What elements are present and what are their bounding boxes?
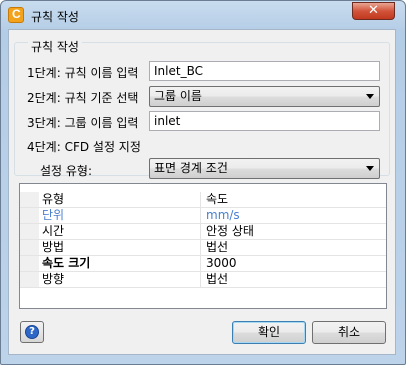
step2-label: 2단계: 규칙 기준 선택 — [27, 91, 139, 105]
title-bar[interactable]: C 규칙 작성 ✕ — [1, 1, 405, 29]
property-row[interactable]: 방향 법선 — [20, 272, 386, 288]
property-name: 속도 크기 — [42, 256, 91, 270]
property-value[interactable]: 법선 — [206, 272, 228, 287]
grid-top-gap — [20, 184, 386, 192]
property-row[interactable]: 속도 크기 3000 — [20, 256, 386, 272]
property-name: 방향 — [42, 272, 65, 286]
app-icon-letter: C — [12, 7, 21, 21]
window-title: 규칙 작성 — [31, 10, 79, 24]
property-value[interactable]: mm/s — [206, 208, 240, 223]
setting-type-label: 설정 유형: — [40, 164, 93, 178]
property-name: 유형 — [42, 192, 65, 206]
property-value[interactable]: 3000 — [206, 256, 237, 271]
property-value[interactable]: 속도 — [206, 192, 228, 207]
chevron-down-icon — [366, 94, 374, 99]
step1-label: 1단계: 규칙 이름 입력 — [27, 66, 139, 80]
property-value[interactable]: 법선 — [206, 240, 228, 255]
property-name: 방법 — [42, 240, 65, 254]
chevron-down-icon — [366, 166, 374, 171]
group-legend: 규칙 작성 — [28, 38, 82, 55]
property-row[interactable]: 유형 속도 — [20, 192, 386, 208]
cancel-button[interactable]: 취소 — [312, 321, 386, 344]
property-row[interactable]: 단위 mm/s — [20, 208, 386, 224]
property-value[interactable]: 안정 상태 — [206, 224, 254, 239]
property-row[interactable]: 방법 법선 — [20, 240, 386, 256]
step3-label: 3단계: 그룹 이름 입력 — [27, 116, 139, 130]
help-button[interactable]: ? — [20, 321, 44, 343]
close-icon: ✕ — [368, 3, 379, 18]
property-name: 단위 — [42, 208, 65, 222]
group-name-input[interactable]: inlet — [149, 111, 380, 131]
app-icon: C — [8, 7, 24, 23]
rule-criteria-select[interactable]: 그룹 이름 — [149, 86, 380, 107]
setting-type-select[interactable]: 표면 경계 조건 — [149, 158, 380, 179]
rule-criteria-value: 그룹 이름 — [154, 89, 202, 103]
ok-button[interactable]: 확인 — [232, 321, 306, 344]
step4-label: 4단계: CFD 설정 지정 — [27, 140, 141, 154]
property-name: 시간 — [42, 224, 65, 238]
property-grid: 유형 속도 단위 mm/s 시간 안정 상태 방법 법선 속도 크기 3000 … — [19, 183, 387, 309]
close-button[interactable]: ✕ — [352, 2, 395, 20]
setting-type-value: 표면 경계 조건 — [154, 161, 228, 175]
rule-name-input[interactable]: Inlet_BC — [149, 61, 380, 81]
property-row[interactable]: 시간 안정 상태 — [20, 224, 386, 240]
help-icon: ? — [25, 325, 39, 339]
